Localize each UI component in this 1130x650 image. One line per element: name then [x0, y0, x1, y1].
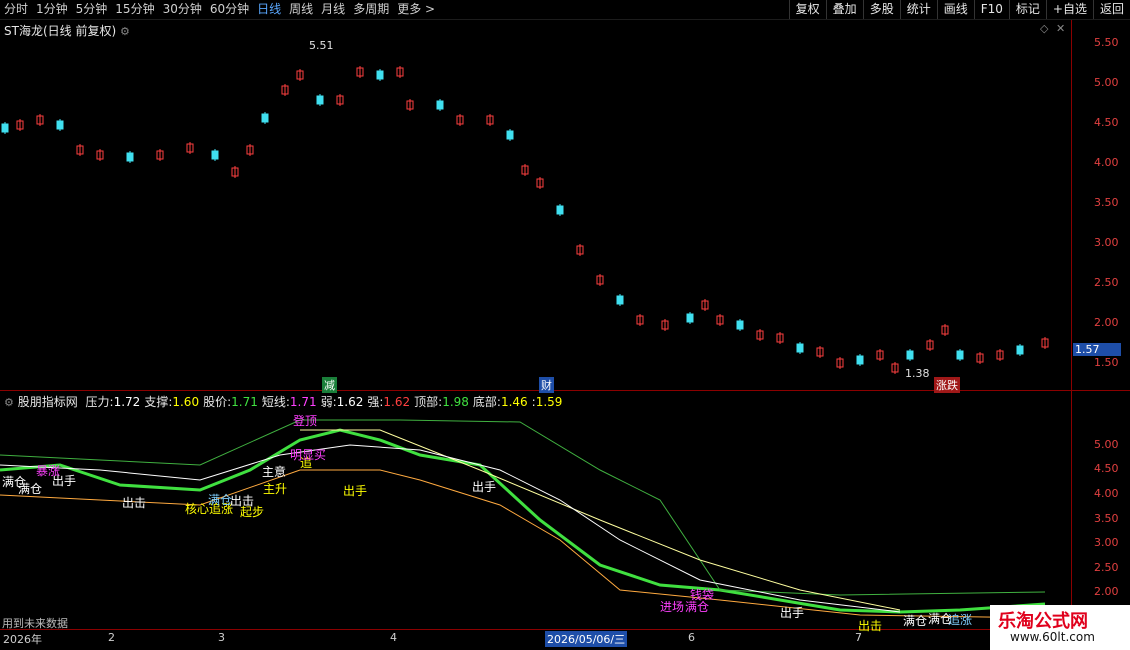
- date-label: 7: [855, 631, 862, 644]
- legend-value: 1.62: [336, 395, 364, 409]
- candle-body: [316, 95, 324, 105]
- last-price-tag: 1.57: [1073, 343, 1121, 356]
- indicator-tick: 2.50: [1094, 561, 1119, 574]
- signal-annotation: 满仓: [928, 612, 953, 626]
- legend-key: 支撑:: [144, 395, 173, 409]
- chart-canvas[interactable]: [0, 0, 1130, 650]
- panel-divider: [0, 390, 1130, 391]
- indicator-tick: 4.00: [1094, 487, 1119, 500]
- date-label: 2026年: [3, 633, 42, 646]
- signal-annotation: 明显买: [290, 448, 327, 462]
- candle-body: [506, 130, 514, 140]
- price-tick: 3.50: [1094, 196, 1119, 209]
- indicator-tick: 3.50: [1094, 512, 1119, 525]
- candle-body: [736, 320, 744, 330]
- signal-annotation: 满仓: [903, 614, 928, 628]
- event-marker-cai[interactable]: 财: [539, 377, 554, 393]
- date-axis: 2026年 2 3 4 2026/05/06/三 6 7: [0, 629, 1072, 650]
- price-tick: 4.00: [1094, 156, 1119, 169]
- legend-value: 1.72: [113, 395, 141, 409]
- low-price-label: 1.38: [905, 367, 930, 380]
- legend-value: 1.59: [535, 395, 563, 409]
- candle-body: [906, 350, 914, 360]
- indicator-name[interactable]: 股朋指标网: [18, 395, 78, 409]
- signal-annotation: 满仓: [208, 493, 233, 507]
- indicator-tick: 2.00: [1094, 585, 1119, 598]
- legend-key: 顶部:: [414, 395, 443, 409]
- candle-body: [686, 313, 694, 323]
- high-price-label: 5.51: [309, 39, 334, 52]
- indicator-tick: 5.00: [1094, 438, 1119, 451]
- indicator-legend: ⚙ 股朋指标网 压力:1.72 支撑:1.60 股价:1.71 短线:1.71 弱:1.…: [4, 393, 562, 410]
- indicator-settings-icon[interactable]: ⚙: [4, 396, 14, 409]
- signal-annotation: 主意: [262, 465, 287, 479]
- candle-body: [556, 205, 564, 215]
- candle-body: [1016, 345, 1024, 355]
- price-tick: 2.50: [1094, 276, 1119, 289]
- resistance-line: [300, 429, 901, 611]
- axis-divider: [1071, 20, 1072, 630]
- candle-body: [436, 100, 444, 110]
- signal-annotation: 出手: [472, 480, 497, 494]
- date-label: 6: [688, 631, 695, 644]
- legend-value: 1.46: [500, 395, 528, 409]
- price-tick: 1.50: [1094, 356, 1119, 369]
- legend-key: 弱:: [320, 395, 337, 409]
- bottom-line: [0, 469, 1046, 619]
- legend-value: 1.71: [231, 395, 258, 409]
- weak-line: [0, 444, 901, 613]
- legend-value: 1.71: [289, 395, 317, 409]
- legend-value: 1.62: [383, 395, 411, 409]
- price-tick: 5.50: [1094, 36, 1119, 49]
- date-label: 3: [218, 631, 225, 644]
- candle-body: [1, 123, 9, 133]
- candle-body: [126, 152, 134, 162]
- price-line: [0, 428, 1046, 614]
- candle-body: [56, 120, 64, 130]
- legend-value: 1.60: [172, 395, 200, 409]
- legend-key: 压力:: [85, 395, 114, 409]
- price-tick: 3.00: [1094, 236, 1119, 249]
- signal-annotation: 进场: [660, 600, 685, 614]
- signal-annotation: 登顶: [293, 414, 318, 428]
- signal-annotation: 出手: [780, 606, 805, 620]
- legend-key: 短线:: [261, 395, 290, 409]
- site-watermark: 乐淘公式网 www.60lt.com: [990, 605, 1130, 650]
- candle-body: [796, 343, 804, 353]
- event-marker-jian[interactable]: 减: [322, 377, 337, 393]
- date-label: 2: [108, 631, 115, 644]
- watermark-url: www.60lt.com: [1010, 630, 1095, 644]
- price-tick: 5.00: [1094, 76, 1119, 89]
- candle-body: [856, 355, 864, 365]
- candle-body: [376, 70, 384, 80]
- event-marker-zhangdie[interactable]: 涨跌: [934, 377, 960, 393]
- price-tick: 2.00: [1094, 316, 1119, 329]
- candle-body: [211, 150, 219, 160]
- candle-body: [261, 113, 269, 123]
- signal-annotation: 钱袋: [690, 588, 715, 602]
- indicator-tick: 4.50: [1094, 462, 1119, 475]
- legend-key: 底部:: [472, 395, 501, 409]
- legend-values: 压力:1.72 支撑:1.60 股价:1.71 短线:1.71 弱:1.62 强:1.62…: [82, 395, 563, 409]
- legend-value: 1.98: [442, 395, 469, 409]
- signal-annotation: 满仓: [18, 482, 43, 496]
- indicator-tick: 3.00: [1094, 536, 1119, 549]
- candle-body: [616, 295, 624, 305]
- signal-annotation: 起步: [240, 505, 265, 519]
- cursor-date-label: 2026/05/06/三: [545, 631, 628, 647]
- signal-annotation: 出击: [122, 496, 147, 510]
- signal-annotation: 暴涨: [36, 464, 61, 478]
- legend-key: 股价:: [203, 395, 232, 409]
- top-line: [0, 419, 1046, 596]
- signal-annotation: 出手: [343, 484, 368, 498]
- candle-body: [956, 350, 964, 360]
- legend-key: 强:: [367, 395, 384, 409]
- date-label: 4: [390, 631, 397, 644]
- signal-annotation: 主升: [263, 482, 288, 496]
- price-tick: 4.50: [1094, 116, 1119, 129]
